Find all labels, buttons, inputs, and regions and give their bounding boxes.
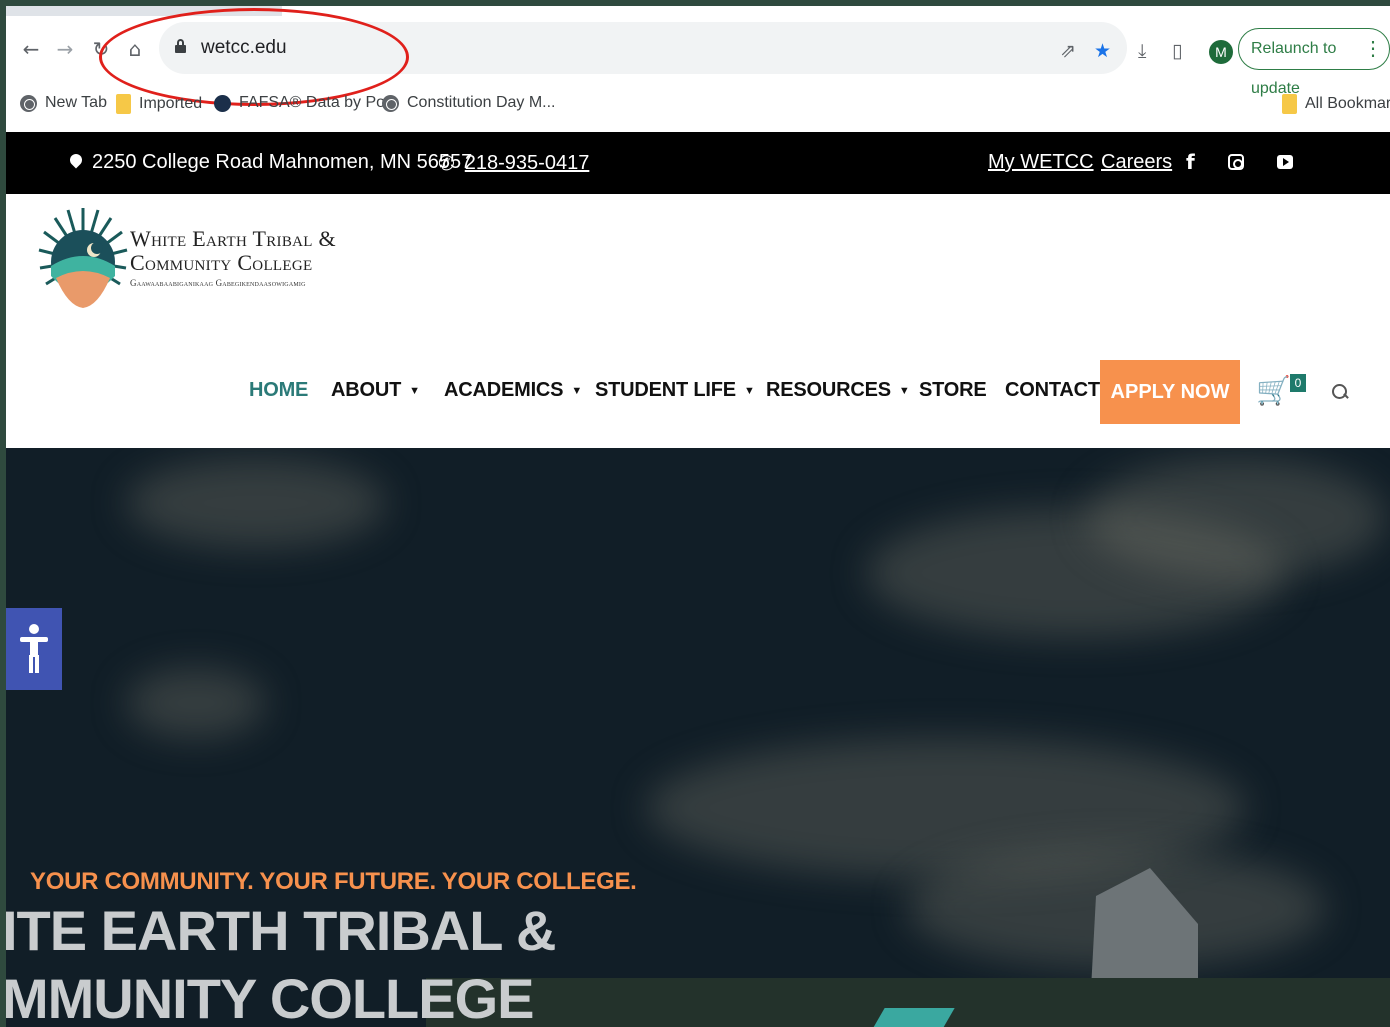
folder-icon	[1282, 94, 1297, 114]
menu-dots-icon[interactable]: ⋮	[1363, 29, 1383, 69]
youtube-icon[interactable]	[1277, 155, 1293, 169]
all-bookmarks-label: All Bookmarks	[1305, 95, 1390, 112]
browser-chrome: ← → ↻ ⌂ wetcc.edu ⇗ ★ ⤓ ▯ M Relaunch to …	[6, 6, 1390, 132]
logo-name-line1: White Earth Tribal &	[130, 226, 336, 251]
apply-now-button[interactable]: APPLY NOW	[1100, 360, 1240, 424]
bookmark-fafsa[interactable]: FAFSA® Data by Po...	[214, 94, 398, 112]
nav-student-life-label: STUDENT LIFE	[595, 379, 736, 401]
bookmark-new-tab[interactable]: New Tab	[20, 94, 107, 112]
hero-tagline: YOUR COMMUNITY. YOUR FUTURE. YOUR COLLEG…	[30, 868, 637, 895]
instagram-icon[interactable]	[1228, 154, 1244, 170]
download-icon[interactable]: ⤓	[1138, 40, 1146, 62]
careers-link[interactable]: Careers	[1101, 151, 1172, 174]
cart-icon[interactable]: 🛒	[1256, 374, 1291, 407]
search-icon[interactable]	[1332, 384, 1348, 400]
fafsa-favicon-icon	[214, 94, 231, 112]
profile-avatar[interactable]: M	[1209, 40, 1233, 64]
cloud-shape	[1086, 458, 1386, 578]
share-icon[interactable]: ⇗	[1060, 40, 1076, 62]
globe-icon	[382, 94, 399, 112]
nav-store[interactable]: STORE	[919, 379, 987, 402]
logo-emblem-icon	[38, 208, 128, 308]
forward-arrow-icon[interactable]: →	[52, 36, 78, 62]
nav-academics[interactable]: ACADEMICS ▼	[444, 379, 582, 402]
hero-title-line2: MMUNITY COLLEGE	[6, 967, 535, 1027]
cart-count-badge: 0	[1290, 374, 1306, 392]
logo-subtitle: Gaawaabaabiganikaag Gabegikendaasowigami…	[130, 278, 306, 288]
accessibility-button[interactable]	[6, 608, 62, 690]
bookmark-label: Constitution Day M...	[407, 94, 556, 111]
accessibility-person-icon	[20, 624, 48, 673]
cloud-shape	[126, 458, 386, 548]
active-tab[interactable]	[282, 6, 1390, 16]
dropdown-caret-icon: ▼	[571, 385, 583, 397]
bookmark-label: New Tab	[45, 94, 107, 111]
nav-resources-label: RESOURCES	[766, 379, 891, 401]
my-wetcc-link[interactable]: My WETCC	[988, 151, 1094, 174]
nav-resources[interactable]: RESOURCES ▼	[766, 379, 910, 402]
facebook-icon[interactable]: f	[1186, 150, 1195, 174]
nav-academics-label: ACADEMICS	[444, 379, 564, 401]
phone-info: ✆ 218-935-0417	[438, 151, 589, 175]
phone-icon: ✆	[438, 151, 455, 175]
address-text: 2250 College Road Mahnomen, MN 56557	[92, 151, 473, 173]
back-arrow-icon[interactable]: ←	[18, 36, 44, 62]
dropdown-caret-icon: ▼	[898, 385, 910, 397]
hero-banner: YOUR COMMUNITY. YOUR FUTURE. YOUR COLLEG…	[6, 448, 1390, 1027]
cloud-shape	[126, 668, 266, 738]
main-navigation: HOME ABOUT ▼ ACADEMICS ▼ STUDENT LIFE ▼ RES…	[6, 360, 1390, 424]
relaunch-button[interactable]: Relaunch to update ⋮	[1238, 28, 1390, 97]
dropdown-caret-icon: ▼	[743, 385, 755, 397]
address-info: 2250 College Road Mahnomen, MN 56557	[70, 151, 472, 174]
bookmarks-bar: New Tab Imported FAFSA® Data by Po... Co…	[6, 88, 1390, 122]
nav-about[interactable]: ABOUT ▼	[331, 379, 420, 402]
side-panel-icon[interactable]: ▯	[1172, 40, 1182, 62]
college-logo[interactable]: White Earth Tribal & Community College G…	[38, 202, 398, 322]
globe-icon	[20, 94, 37, 112]
phone-link[interactable]: 218-935-0417	[465, 152, 590, 175]
website: 2250 College Road Mahnomen, MN 56557 ✆ 2…	[6, 132, 1390, 1027]
bookmark-label: Imported	[139, 95, 203, 112]
map-pin-icon	[70, 154, 82, 172]
bookmark-label: FAFSA® Data by Po...	[239, 94, 399, 111]
hero-title-line1: ITE EARTH TRIBAL &	[6, 899, 556, 962]
dropdown-caret-icon: ▼	[409, 385, 420, 397]
bookmark-constitution-day[interactable]: Constitution Day M...	[382, 94, 556, 112]
top-info-bar: 2250 College Road Mahnomen, MN 56557 ✆ 2…	[6, 132, 1390, 194]
nav-about-label: ABOUT	[331, 379, 402, 401]
bookmark-folder-imported[interactable]: Imported	[116, 94, 202, 114]
folder-icon	[116, 94, 131, 114]
all-bookmarks-folder[interactable]: All Bookmarks	[1282, 94, 1390, 114]
nav-home[interactable]: HOME	[249, 379, 308, 402]
bookmark-star-icon[interactable]: ★	[1094, 40, 1111, 62]
nav-student-life[interactable]: STUDENT LIFE ▼	[595, 379, 755, 402]
nav-contact[interactable]: CONTACT	[1005, 379, 1100, 402]
logo-name-line2: Community College	[130, 250, 313, 275]
